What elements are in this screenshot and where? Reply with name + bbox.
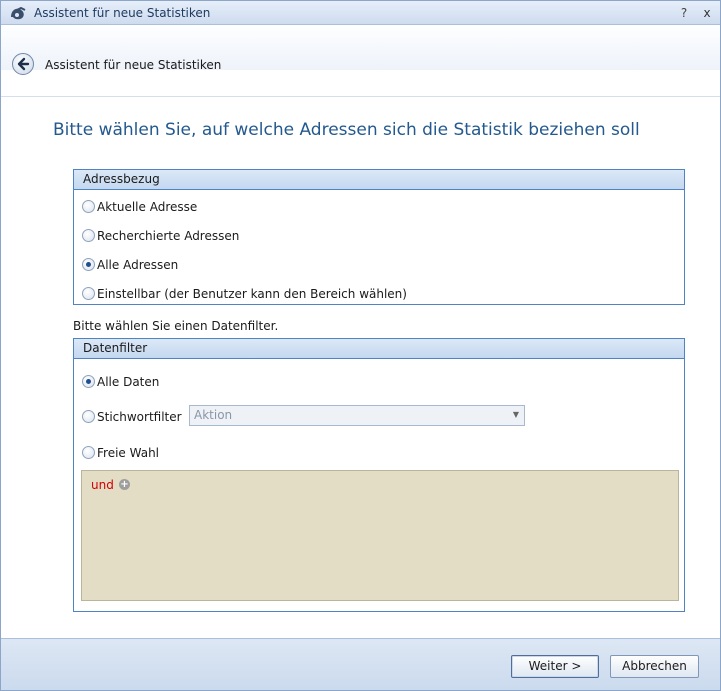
app-logo-icon xyxy=(9,5,27,21)
address-group: Adressbezug Aktuelle Adresse Recherchier… xyxy=(73,169,685,305)
keyword-filter-select[interactable]: Aktion ▼ xyxy=(189,405,525,426)
radio-button[interactable] xyxy=(82,446,95,459)
radio-button[interactable] xyxy=(82,410,95,423)
back-arrow-icon xyxy=(17,57,30,71)
wizard-header: Assistent für neue Statistiken xyxy=(1,26,720,97)
chevron-down-icon: ▼ xyxy=(512,410,519,419)
radio-current-address[interactable]: Aktuelle Adresse xyxy=(82,199,197,215)
cancel-button[interactable]: Abbrechen xyxy=(610,655,699,678)
radio-configurable[interactable]: Einstellbar (der Benutzer kann den Berei… xyxy=(82,286,407,302)
radio-button-checked[interactable] xyxy=(82,375,95,388)
radio-button[interactable] xyxy=(82,229,95,242)
next-button[interactable]: Weiter > xyxy=(511,655,599,678)
filter-group-title: Datenfilter xyxy=(74,339,684,359)
address-group-title: Adressbezug xyxy=(74,170,684,190)
radio-keyword-filter[interactable]: Stichwortfilter xyxy=(82,409,182,425)
filter-caption: Bitte wählen Sie einen Datenfilter. xyxy=(73,319,279,333)
add-icon[interactable]: + xyxy=(119,479,130,490)
radio-button-checked[interactable] xyxy=(82,258,95,271)
filter-group: Datenfilter Alle Daten Stichwortfilter A… xyxy=(73,338,685,612)
wizard-footer: Weiter > Abbrechen xyxy=(1,638,720,690)
back-button[interactable] xyxy=(12,53,34,75)
radio-free-choice[interactable]: Freie Wahl xyxy=(82,445,159,461)
help-button[interactable]: ? xyxy=(677,4,691,22)
radio-button[interactable] xyxy=(82,287,95,300)
radio-all-data[interactable]: Alle Daten xyxy=(82,374,159,390)
radio-button[interactable] xyxy=(82,200,95,213)
keyword-filter-value: Aktion xyxy=(194,408,233,422)
title-bar: Assistent für neue Statistiken ? x xyxy=(1,1,720,25)
page-title: Bitte wählen Sie, auf welche Adressen si… xyxy=(53,120,640,140)
header-title: Assistent für neue Statistiken xyxy=(45,58,222,72)
window-title: Assistent für neue Statistiken xyxy=(34,6,211,20)
radio-researched-addresses[interactable]: Recherchierte Adressen xyxy=(82,228,239,244)
radio-all-addresses[interactable]: Alle Adressen xyxy=(82,257,178,273)
close-button[interactable]: x xyxy=(700,4,714,22)
filter-expression-panel[interactable]: und + xyxy=(81,470,679,601)
expression-operator[interactable]: und xyxy=(91,478,114,492)
wizard-window: Assistent für neue Statistiken ? x Assis… xyxy=(0,0,721,691)
